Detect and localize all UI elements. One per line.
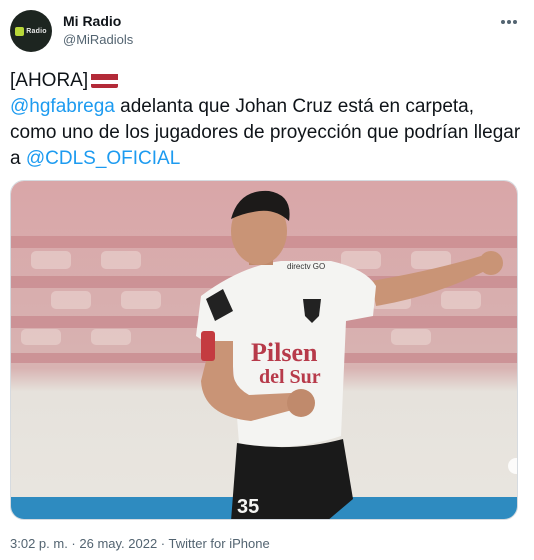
more-options-icon[interactable] [497, 10, 521, 34]
jersey-number: 35 [237, 496, 259, 518]
radio-logo-icon: Radio [15, 26, 47, 36]
tweet-date[interactable]: 26 may. 2022 [79, 536, 157, 551]
jersey-sponsor-line1: Pilsen [251, 338, 318, 367]
league-badge-icon [201, 331, 215, 361]
avatar-logo-text: Radio [26, 27, 47, 35]
tweet-photo[interactable]: Pilsen del Sur directv GO 35 [10, 180, 518, 520]
account-handle[interactable]: @MiRadiols [63, 32, 133, 47]
tweet-time[interactable]: 3:02 p. m. [10, 536, 68, 551]
meta-separator: · [67, 536, 80, 551]
jersey-sponsor-line2: del Sur [259, 366, 321, 388]
tweet-meta: 3:02 p. m. · 26 may. 2022 · Twitter for … [10, 536, 270, 551]
sleeve-brand: directv GO [287, 262, 325, 271]
tweet-source[interactable]: Twitter for iPhone [169, 536, 270, 551]
tweet-card: Radio Mi Radio @MiRadiols [AHORA] @hgfab… [0, 0, 534, 560]
avatar[interactable]: Radio [10, 10, 52, 52]
flag-icon [91, 72, 119, 88]
mention-hgfabrega[interactable]: @hgfabrega [10, 96, 115, 117]
account-name[interactable]: Mi Radio [63, 13, 121, 29]
meta-separator: · [157, 536, 169, 551]
tweet-prefix: [AHORA] [10, 70, 89, 91]
tweet-text: [AHORA] @hgfabrega adelanta que Johan Cr… [10, 68, 525, 172]
mention-cdls-oficial[interactable]: @CDLS_OFICIAL [26, 148, 180, 169]
